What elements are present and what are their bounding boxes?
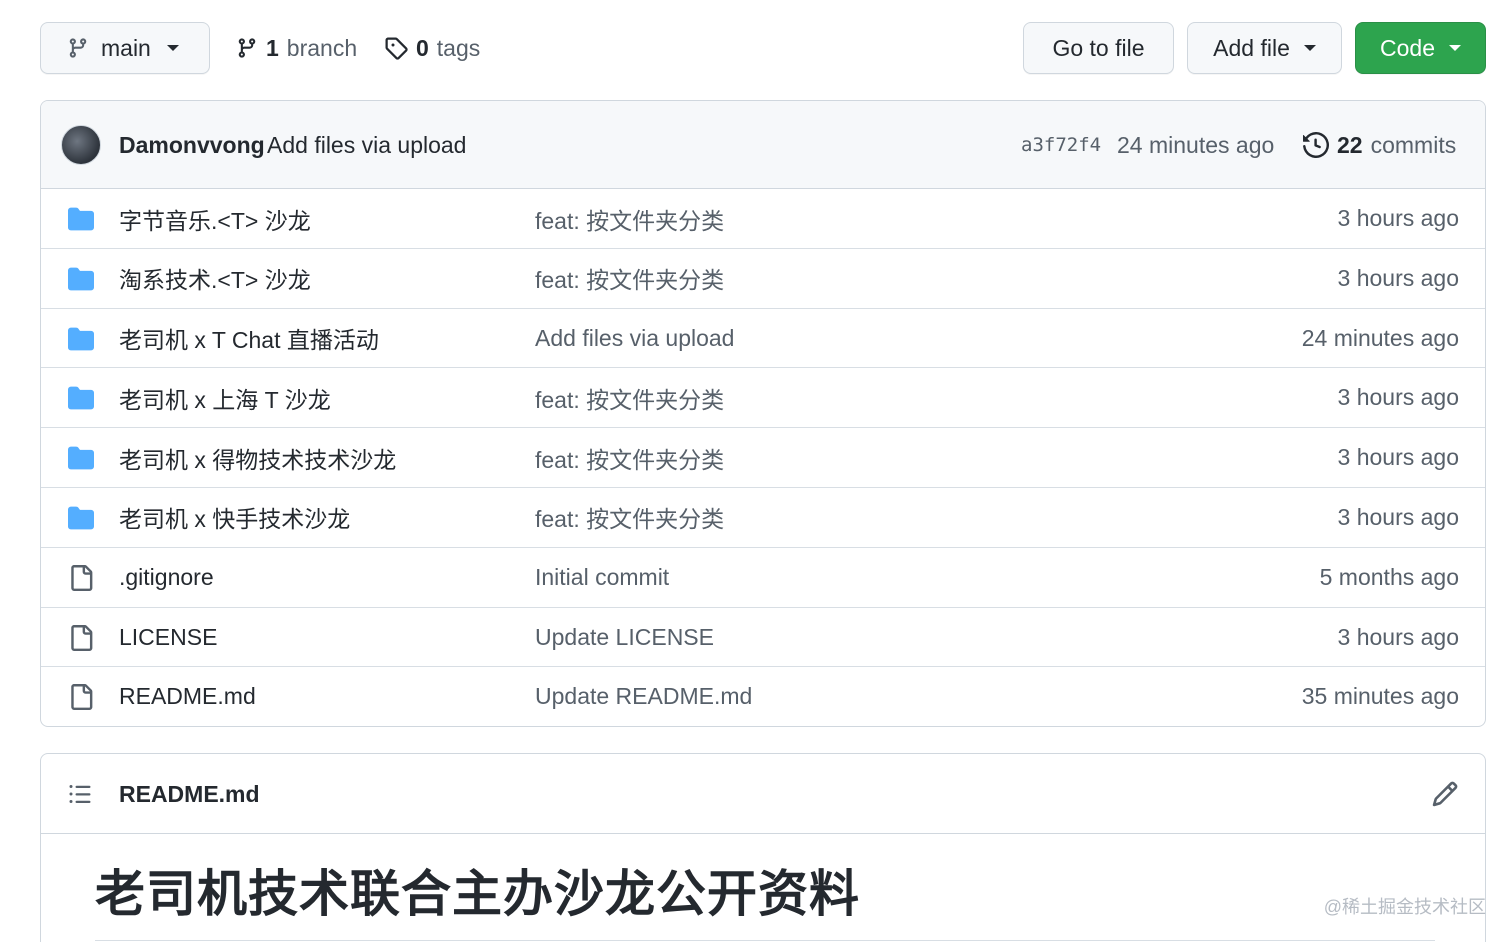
commit-message[interactable]: Add files via upload [267, 101, 466, 189]
table-row[interactable]: 老司机 x 得物技术技术沙龙 feat: 按文件夹分类 3 hours ago [41, 428, 1485, 488]
table-row[interactable]: .gitignore Initial commit 5 months ago [41, 548, 1485, 608]
add-file-label: Add file [1213, 34, 1290, 61]
file-name[interactable]: 淘系技术.<T> 沙龙 [119, 249, 311, 308]
file-icon [71, 564, 93, 591]
commit-label: commits [1370, 131, 1457, 158]
repo-toolbar: main 1 branch 0 tags Go to file Add file… [40, 22, 1486, 74]
file-name[interactable]: LICENSE [119, 608, 217, 667]
commit-age: 24 minutes ago [1117, 131, 1275, 158]
file-name[interactable]: 老司机 x 得物技术技术沙龙 [119, 428, 396, 487]
file-commit-message[interactable]: feat: 按文件夹分类 [535, 189, 724, 248]
folder-icon [68, 387, 94, 410]
file-icon [71, 624, 93, 651]
tag-icon [385, 37, 408, 60]
file-list: Damonvvong Add files via upload a3f72f4 … [40, 100, 1486, 727]
watermark: @稀土掘金技术社区 [1323, 897, 1486, 917]
file-commit-message[interactable]: Update README.md [535, 667, 752, 726]
avatar[interactable] [61, 125, 101, 165]
file-name[interactable]: .gitignore [119, 548, 214, 607]
file-name[interactable]: 老司机 x 上海 T 沙龙 [119, 368, 331, 427]
file-name[interactable]: README.md [119, 667, 256, 726]
branch-select-button[interactable]: main [40, 22, 210, 74]
code-button[interactable]: Code [1355, 22, 1486, 74]
folder-icon [68, 446, 94, 470]
go-to-file-button[interactable]: Go to file [1023, 22, 1174, 74]
file-commit-message[interactable]: Initial commit [535, 548, 669, 607]
file-age: 3 hours ago [1337, 205, 1459, 231]
chevron-down-icon [1303, 45, 1316, 51]
file-name[interactable]: 老司机 x 快手技术沙龙 [119, 488, 350, 547]
table-row[interactable]: 老司机 x 快手技术沙龙 feat: 按文件夹分类 3 hours ago [41, 488, 1485, 548]
file-age: 3 hours ago [1337, 444, 1459, 471]
file-commit-message[interactable]: feat: 按文件夹分类 [535, 368, 724, 427]
table-row[interactable]: 字节音乐.<T> 沙龙 feat: 按文件夹分类 3 hours ago [41, 189, 1485, 249]
file-age: 3 hours ago [1337, 264, 1459, 291]
branch-count: 1 [266, 34, 279, 61]
folder-icon [68, 267, 94, 291]
table-row[interactable]: 老司机 x T Chat 直播活动 Add files via upload 2… [41, 309, 1485, 369]
divider [95, 940, 1435, 941]
file-age: 24 minutes ago [1301, 324, 1459, 351]
tag-label: tags [436, 34, 481, 61]
folder-icon [68, 207, 94, 231]
commit-count: 22 [1337, 131, 1363, 158]
tag-count: 0 [416, 34, 429, 61]
file-age: 3 hours ago [1337, 503, 1459, 530]
branch-label: branch [286, 34, 358, 61]
go-to-file-label: Go to file [1052, 34, 1145, 61]
history-icon [1303, 132, 1329, 158]
pencil-icon[interactable] [1431, 780, 1459, 808]
readme-panel: README.md 老司机技术联合主办沙龙公开资料 [40, 753, 1486, 942]
table-row[interactable]: LICENSE Update LICENSE 3 hours ago [41, 608, 1485, 668]
file-icon [71, 684, 93, 711]
table-row[interactable]: 老司机 x 上海 T 沙龙 feat: 按文件夹分类 3 hours ago [41, 368, 1485, 429]
file-commit-message[interactable]: Add files via upload [535, 309, 734, 368]
readme-filename[interactable]: README.md [119, 754, 260, 834]
commit-author[interactable]: Damonvvong [119, 101, 265, 189]
readme-header: README.md [41, 754, 1485, 834]
table-row[interactable]: README.md Update README.md 35 minutes ag… [41, 667, 1485, 726]
branch-name: main [101, 34, 151, 61]
file-age: 5 months ago [1319, 563, 1459, 590]
file-commit-message[interactable]: feat: 按文件夹分类 [535, 249, 724, 308]
file-age: 35 minutes ago [1301, 683, 1459, 710]
file-age: 3 hours ago [1337, 384, 1459, 411]
branches-link[interactable]: 1 branch [236, 22, 357, 74]
add-file-button[interactable]: Add file [1187, 22, 1342, 74]
table-row[interactable]: 淘系技术.<T> 沙龙 feat: 按文件夹分类 3 hours ago [41, 249, 1485, 309]
commit-sha[interactable]: a3f72f4 [1021, 101, 1101, 189]
file-name[interactable]: 字节音乐.<T> 沙龙 [119, 189, 311, 248]
git-branch-icon [238, 38, 256, 58]
commits-link[interactable]: 22 commits [1303, 101, 1456, 189]
file-age: 3 hours ago [1337, 623, 1459, 650]
file-commit-message[interactable]: feat: 按文件夹分类 [535, 428, 724, 487]
file-commit-message[interactable]: feat: 按文件夹分类 [535, 488, 724, 547]
tags-link[interactable]: 0 tags [384, 22, 480, 74]
git-branch-icon [69, 38, 87, 58]
chevron-down-icon [1448, 45, 1461, 51]
readme-heading: 老司机技术联合主办沙龙公开资料 [95, 866, 860, 922]
list-unordered-icon[interactable] [67, 782, 93, 806]
chevron-down-icon [166, 45, 179, 51]
folder-icon [68, 506, 94, 530]
file-commit-message[interactable]: Update LICENSE [535, 608, 714, 667]
file-rows: 字节音乐.<T> 沙龙 feat: 按文件夹分类 3 hours ago 淘系技… [41, 189, 1485, 726]
code-label: Code [1380, 34, 1435, 61]
folder-icon [68, 327, 94, 350]
file-name[interactable]: 老司机 x T Chat 直播活动 [119, 309, 379, 368]
latest-commit-bar: Damonvvong Add files via upload a3f72f4 … [41, 101, 1485, 189]
